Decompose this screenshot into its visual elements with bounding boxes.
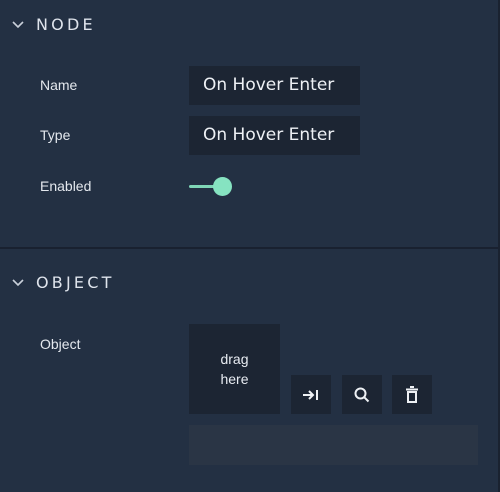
search-icon <box>354 387 370 402</box>
name-label: Name <box>40 77 78 93</box>
inspector-panel: NODE Name On Hover Enter Type On Hover E… <box>0 0 500 492</box>
trash-icon <box>406 385 418 403</box>
arrow-to-line-icon <box>303 389 318 400</box>
type-label: Type <box>40 127 71 143</box>
object-drop-zone[interactable]: drag here <box>189 324 280 414</box>
drop-zone-text: drag here <box>220 351 249 387</box>
object-value-field[interactable] <box>189 425 478 465</box>
delete-object-button[interactable] <box>392 375 432 414</box>
node-section-header[interactable]: NODE <box>0 2 498 46</box>
chevron-down-icon <box>12 21 24 29</box>
select-object-button[interactable] <box>291 375 331 414</box>
name-field[interactable]: On Hover Enter <box>189 66 360 105</box>
section-divider <box>0 247 498 249</box>
type-field[interactable]: On Hover Enter <box>189 116 360 155</box>
object-section-title: OBJECT <box>36 273 115 292</box>
chevron-down-icon <box>12 279 24 287</box>
object-section-header[interactable]: OBJECT <box>0 261 498 305</box>
toggle-knob[interactable] <box>213 177 232 196</box>
enabled-label: Enabled <box>40 178 92 194</box>
node-section-title: NODE <box>36 15 96 34</box>
object-label: Object <box>40 336 81 352</box>
search-object-button[interactable] <box>342 375 382 414</box>
